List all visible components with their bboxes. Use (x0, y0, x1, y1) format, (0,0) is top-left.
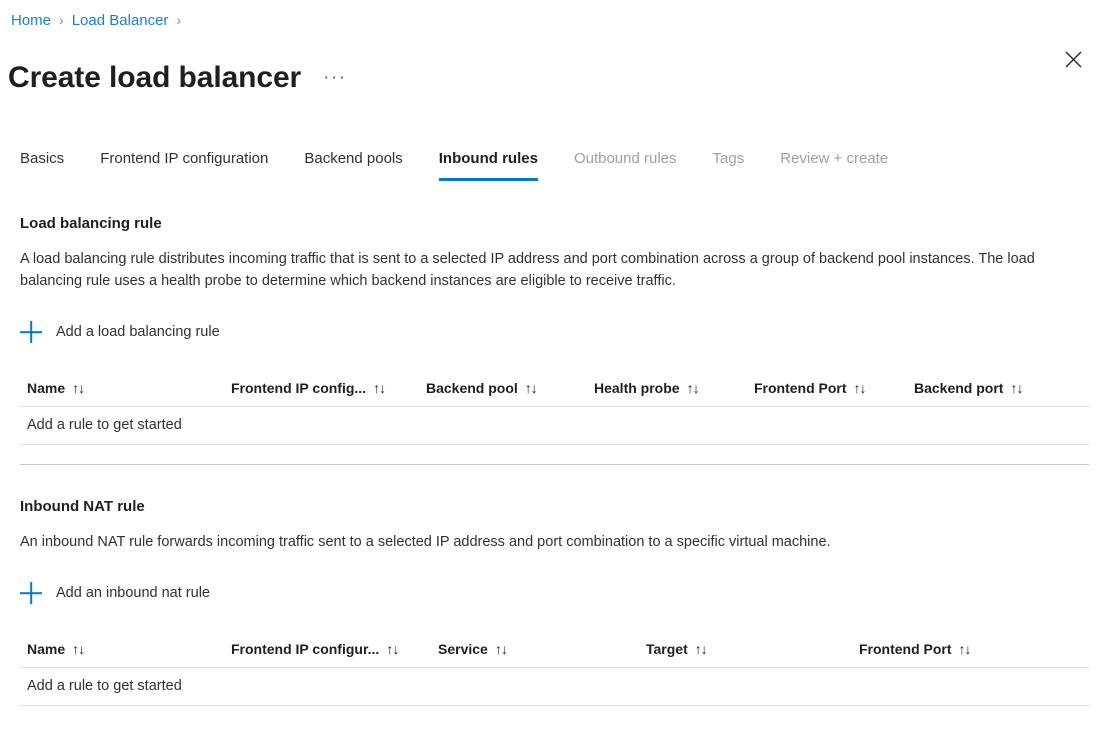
column-header-frontend-ip-configuration-label: Frontend IP configur... (231, 641, 380, 657)
close-button[interactable] (1055, 41, 1091, 77)
tab-frontend-ip-configuration[interactable]: Frontend IP configuration (100, 149, 268, 181)
tab-backend-pools[interactable]: Backend pools (304, 149, 402, 181)
column-header-backend-port-label: Backend port (914, 380, 1004, 396)
breadcrumb-item-home[interactable]: Home (8, 12, 54, 29)
load-balancing-rule-heading: Load balancing rule (20, 215, 162, 232)
column-header-backend-pool[interactable]: Backend pool ↑↓ (426, 374, 594, 407)
column-header-name[interactable]: Name ↑↓ (20, 374, 231, 407)
column-header-health-probe[interactable]: Health probe ↑↓ (594, 374, 754, 407)
inbound-nat-rule-description: An inbound NAT rule forwards incoming tr… (20, 534, 831, 550)
table-row-empty: Add a rule to get started (20, 406, 1089, 445)
load-balancing-rule-section: Load balancing rule A load balancing rul… (20, 214, 1089, 445)
section-divider (20, 464, 1089, 465)
column-header-target-label: Target (646, 641, 688, 657)
sort-icon[interactable]: ↑↓ (687, 380, 700, 396)
sort-icon[interactable]: ↑↓ (1010, 380, 1023, 396)
column-header-target[interactable]: Target ↑↓ (646, 635, 859, 668)
sort-icon[interactable]: ↑↓ (72, 380, 85, 396)
page-title: Create load balancer (8, 61, 302, 95)
column-header-backend-pool-label: Backend pool (426, 380, 518, 396)
column-header-frontend-port-label: Frontend Port (754, 380, 847, 396)
close-icon (1065, 51, 1082, 68)
empty-state-message: Add a rule to get started (20, 667, 1089, 706)
inbound-nat-rule-section: Inbound NAT rule An inbound NAT rule for… (20, 497, 1089, 706)
inbound-nat-rule-heading: Inbound NAT rule (20, 498, 145, 515)
inbound-nat-rules-table: Name ↑↓ Frontend IP configur... ↑↓ Service… (20, 635, 1089, 706)
add-inbound-nat-rule-button[interactable]: Add an inbound nat rule (20, 582, 210, 604)
sort-icon[interactable]: ↑↓ (386, 641, 399, 657)
plus-icon (20, 582, 42, 604)
table-header-row: Name ↑↓ Frontend IP configur... ↑↓ Service… (20, 635, 1089, 668)
chevron-right-icon: › (176, 12, 182, 28)
tab-tags: Tags (712, 150, 745, 167)
breadcrumb: Home › Load Balancer › (8, 8, 186, 32)
breadcrumb-item-load-balancer[interactable]: Load Balancer (69, 12, 172, 29)
load-balancing-rules-table: Name ↑↓ Frontend IP config... ↑↓ Backend p… (20, 374, 1089, 445)
add-load-balancing-rule-label: Add a load balancing rule (56, 324, 220, 340)
plus-icon (20, 321, 42, 343)
column-header-frontend-ip-config-label: Frontend IP config... (231, 380, 367, 396)
column-header-service-label: Service (438, 641, 488, 657)
chevron-right-icon: › (59, 12, 64, 28)
column-header-frontend-port[interactable]: Frontend Port ↑↓ (754, 374, 914, 407)
column-header-backend-port[interactable]: Backend port ↑↓ (914, 374, 1089, 407)
sort-icon[interactable]: ↑↓ (525, 380, 538, 396)
sort-icon[interactable]: ↑↓ (373, 380, 386, 396)
tab-review-create: Review + create (780, 150, 889, 167)
column-header-name-label: Name (27, 641, 66, 657)
column-header-name-label: Name (27, 380, 66, 396)
empty-state-message: Add a rule to get started (20, 406, 1089, 445)
column-header-frontend-ip-config[interactable]: Frontend IP config... ↑↓ (231, 374, 426, 407)
column-header-frontend-ip-configuration[interactable]: Frontend IP configur... ↑↓ (231, 635, 438, 668)
column-header-name[interactable]: Name ↑↓ (20, 635, 231, 668)
column-header-frontend-port[interactable]: Frontend Port ↑↓ (859, 635, 1089, 668)
sort-icon[interactable]: ↑↓ (854, 380, 867, 396)
tab-outbound-rules: Outbound rules (573, 150, 677, 167)
column-header-frontend-port-label: Frontend Port (859, 641, 952, 657)
column-header-health-probe-label: Health probe (594, 380, 680, 396)
tab-inbound-rules[interactable]: Inbound rules (438, 149, 538, 181)
more-actions-button[interactable]: ··· (323, 68, 346, 87)
wizard-tabs: Basics Frontend IP configuration Backend… (20, 145, 924, 181)
sort-icon[interactable]: ↑↓ (959, 641, 972, 657)
sort-icon[interactable]: ↑↓ (72, 641, 85, 657)
add-load-balancing-rule-button[interactable]: Add a load balancing rule (20, 321, 220, 343)
column-header-service[interactable]: Service ↑↓ (438, 635, 646, 668)
table-row-empty: Add a rule to get started (20, 667, 1089, 706)
table-header-row: Name ↑↓ Frontend IP config... ↑↓ Backend p… (20, 374, 1089, 407)
title-row: Create load balancer ··· (8, 38, 347, 118)
sort-icon[interactable]: ↑↓ (495, 641, 508, 657)
add-inbound-nat-rule-label: Add an inbound nat rule (56, 585, 210, 601)
load-balancing-rule-description: A load balancing rule distributes incomi… (20, 251, 1035, 289)
sort-icon[interactable]: ↑↓ (695, 641, 708, 657)
tab-basics[interactable]: Basics (20, 149, 64, 181)
